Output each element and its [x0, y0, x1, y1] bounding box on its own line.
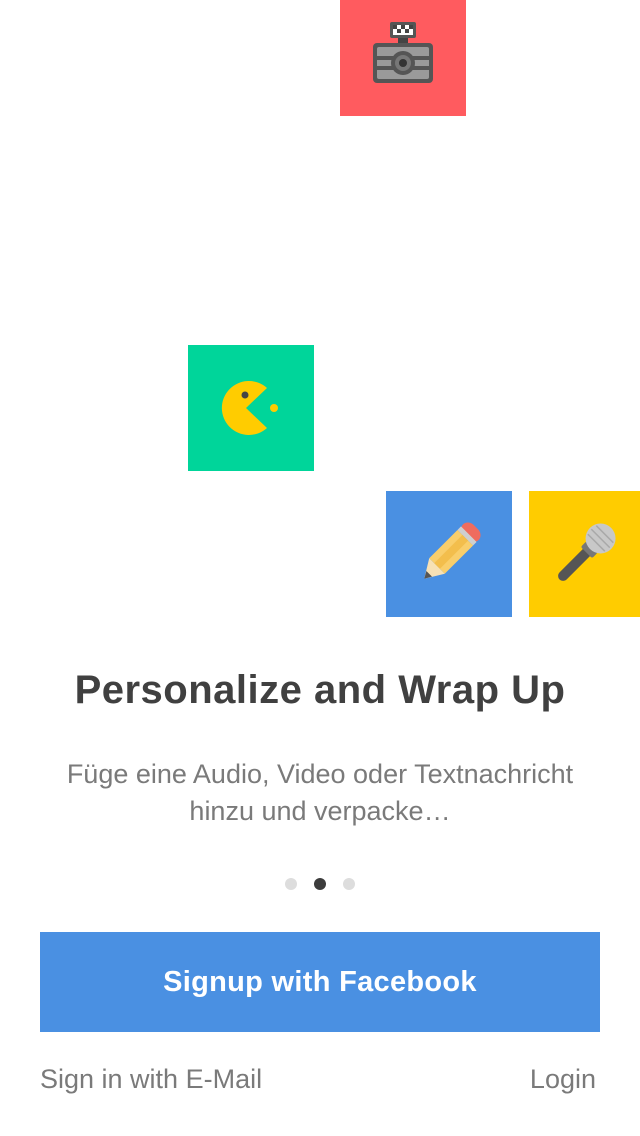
microphone-icon	[557, 523, 616, 581]
login-link[interactable]: Login	[530, 1064, 596, 1095]
onboarding-screen: Personalize and Wrap Up Füge eine Audio,…	[0, 0, 640, 1136]
pencil-icon	[424, 522, 481, 579]
sign-in-email-link[interactable]: Sign in with E-Mail	[40, 1064, 262, 1095]
pacman-icon	[221, 381, 278, 435]
page-dot-1[interactable]	[285, 878, 297, 890]
microphone-tile	[529, 491, 640, 617]
signup-facebook-button[interactable]: Signup with Facebook	[40, 932, 600, 1032]
page-dot-3[interactable]	[343, 878, 355, 890]
camera-tile	[340, 0, 466, 116]
game-tile	[188, 345, 314, 471]
onboarding-title: Personalize and Wrap Up	[74, 668, 566, 712]
page-dot-2[interactable]	[314, 878, 326, 890]
pencil-tile	[386, 491, 512, 617]
page-indicator[interactable]	[0, 878, 640, 890]
camera-icon	[373, 22, 433, 83]
onboarding-subtitle: Füge eine Audio, Video oder Textnachrich…	[66, 759, 574, 826]
